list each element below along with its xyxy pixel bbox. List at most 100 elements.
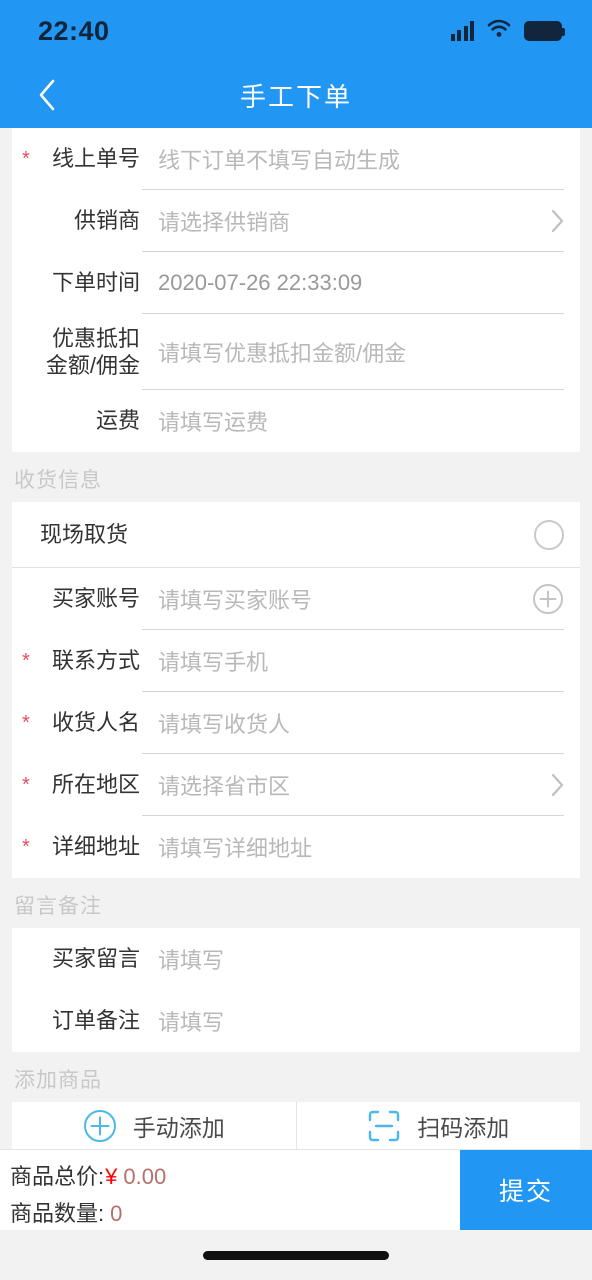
section-header-remarks: 留言备注 xyxy=(0,878,592,928)
field-row-freight[interactable]: 运费 请填写运费 xyxy=(12,390,580,452)
scan-add-label: 扫码添加 xyxy=(417,1114,510,1141)
required-asterisk: * xyxy=(22,650,30,672)
buyer-account-input[interactable]: 请填写买家账号 xyxy=(142,583,522,615)
online-order-no-input[interactable]: 线下订单不填写自动生成 xyxy=(142,143,564,175)
field-label-text: 优惠抵扣 金额/佣金 xyxy=(45,326,140,378)
status-bar-icons xyxy=(450,19,565,43)
status-bar: 22:40 xyxy=(0,0,592,62)
required-asterisk: * xyxy=(22,148,30,170)
field-row-detail-address[interactable]: * 详细地址 请填写详细地址 xyxy=(12,816,580,878)
field-label: * 联系方式 xyxy=(22,647,142,675)
field-label: 优惠抵扣 金额/佣金 xyxy=(26,325,142,379)
signal-icon xyxy=(450,21,474,41)
region-select[interactable]: 请选择省市区 xyxy=(142,769,541,801)
contact-phone-input[interactable]: 请填写手机 xyxy=(142,645,564,677)
field-row-online-order-no[interactable]: * 线上单号 线下订单不填写自动生成 xyxy=(12,128,580,190)
region-chevron[interactable] xyxy=(551,773,564,797)
buyer-message-input[interactable]: 请填写 xyxy=(142,943,564,975)
shipping-info-card: 现场取货 买家账号 请填写买家账号 * 联系方式 请填写手机 * 收货人名 请填… xyxy=(12,502,580,878)
section-header-shipping: 收货信息 xyxy=(0,452,592,502)
field-label: 买家留言 xyxy=(26,945,142,973)
required-asterisk: * xyxy=(22,774,30,796)
field-label: * 线上单号 xyxy=(22,145,142,173)
chevron-right-icon xyxy=(551,209,564,233)
field-label: * 详细地址 xyxy=(22,833,142,861)
field-row-discount-amount[interactable]: 优惠抵扣 金额/佣金 请填写优惠抵扣金额/佣金 xyxy=(12,314,580,390)
field-label-text: 线上单号 xyxy=(51,146,140,171)
manual-add-label: 手动添加 xyxy=(132,1114,225,1141)
total-qty-value: 0 xyxy=(110,1201,123,1226)
field-row-order-time[interactable]: 下单时间 2020-07-26 22:33:09 xyxy=(12,252,580,314)
field-label-text: 详细地址 xyxy=(51,834,140,859)
field-row-receiver-name[interactable]: * 收货人名 请填写收货人 xyxy=(12,692,580,754)
home-indicator-area xyxy=(0,1230,592,1280)
field-label-text: 买家留言 xyxy=(51,946,140,971)
required-asterisk: * xyxy=(22,712,30,734)
plus-circle-icon xyxy=(83,1109,116,1142)
order-remark-input[interactable]: 请填写 xyxy=(142,1005,564,1037)
field-label-text: 运费 xyxy=(95,408,140,433)
scan-add-button[interactable]: 扫码添加 xyxy=(295,1102,581,1149)
order-info-card: * 线上单号 线下订单不填写自动生成 供销商 请选择供销商 下单时间 2020-… xyxy=(12,128,580,452)
field-label-text: 收货人名 xyxy=(51,710,140,735)
field-row-region[interactable]: * 所在地区 请选择省市区 xyxy=(12,754,580,816)
bottom-summary-bar: 商品总价:¥ 0.00 商品数量: 0 提交 xyxy=(0,1149,592,1230)
page-title: 手工下单 xyxy=(239,81,352,112)
field-row-onsite-pickup[interactable]: 现场取货 xyxy=(12,502,580,568)
plus-circle-icon xyxy=(533,584,563,614)
total-qty-label: 商品数量: xyxy=(10,1201,105,1226)
radio-unchecked-icon xyxy=(534,520,564,550)
field-row-buyer-account[interactable]: 买家账号 请填写买家账号 xyxy=(12,568,580,630)
field-label-text: 买家账号 xyxy=(51,586,140,611)
freight-input[interactable]: 请填写运费 xyxy=(142,405,564,437)
order-totals: 商品总价:¥ 0.00 商品数量: 0 xyxy=(0,1150,460,1230)
home-indicator[interactable] xyxy=(203,1250,389,1260)
field-row-contact-phone[interactable]: * 联系方式 请填写手机 xyxy=(12,630,580,692)
total-price-value: 0.00 xyxy=(123,1164,167,1189)
add-buyer-account-button[interactable] xyxy=(532,583,564,615)
supplier-select[interactable]: 请选择供销商 xyxy=(142,205,541,237)
onsite-pickup-radio[interactable] xyxy=(534,520,564,550)
chevron-left-icon xyxy=(39,79,54,111)
detail-address-input[interactable]: 请填写详细地址 xyxy=(142,831,564,863)
field-label: 运费 xyxy=(26,407,142,435)
currency-symbol: ¥ xyxy=(105,1164,118,1189)
field-label-text: 供销商 xyxy=(73,208,140,233)
field-label: 买家账号 xyxy=(26,585,142,613)
field-row-supplier[interactable]: 供销商 请选择供销商 xyxy=(12,190,580,252)
field-label: * 所在地区 xyxy=(22,771,142,799)
field-label-text: 所在地区 xyxy=(51,772,140,797)
section-header-add-product: 添加商品 xyxy=(0,1052,592,1102)
phone-screen: 22:40 手工下单 * 线上单号 线下订单不填写自动生成 供销商 请选择供销商… xyxy=(0,0,592,1280)
battery-icon xyxy=(524,21,565,41)
manual-add-button[interactable]: 手动添加 xyxy=(12,1102,296,1149)
field-row-buyer-message[interactable]: 买家留言 请填写 xyxy=(12,928,580,990)
receiver-name-input[interactable]: 请填写收货人 xyxy=(142,707,564,739)
supplier-chevron[interactable] xyxy=(551,209,564,233)
field-label-text: 下单时间 xyxy=(51,270,140,295)
total-price-label: 商品总价: xyxy=(10,1164,105,1189)
order-time-value[interactable]: 2020-07-26 22:33:09 xyxy=(142,270,564,296)
field-label: 下单时间 xyxy=(26,269,142,297)
scan-code-icon xyxy=(369,1110,400,1141)
remarks-card: 买家留言 请填写 订单备注 请填写 xyxy=(12,928,580,1052)
total-qty-line: 商品数量: 0 xyxy=(10,1196,460,1228)
field-label-text: 订单备注 xyxy=(51,1008,140,1033)
back-button[interactable] xyxy=(18,62,74,128)
field-row-order-remark[interactable]: 订单备注 请填写 xyxy=(12,990,580,1052)
wifi-icon xyxy=(487,19,511,43)
submit-button[interactable]: 提交 xyxy=(460,1150,592,1230)
discount-amount-input[interactable]: 请填写优惠抵扣金额/佣金 xyxy=(142,336,564,368)
field-label: 订单备注 xyxy=(26,1007,142,1035)
nav-bar: 手工下单 xyxy=(0,62,592,128)
field-label-text: 联系方式 xyxy=(51,648,140,673)
add-product-bar: 手动添加 扫码添加 xyxy=(12,1102,580,1149)
chevron-right-icon xyxy=(551,773,564,797)
required-asterisk: * xyxy=(22,836,30,858)
total-price-line: 商品总价:¥ 0.00 xyxy=(10,1159,460,1191)
status-bar-time: 22:40 xyxy=(38,15,110,46)
form-scroll-area[interactable]: * 线上单号 线下订单不填写自动生成 供销商 请选择供销商 下单时间 2020-… xyxy=(0,128,592,1149)
onsite-pickup-label: 现场取货 xyxy=(40,522,129,547)
field-label: * 收货人名 xyxy=(22,709,142,737)
field-label: 供销商 xyxy=(26,207,142,235)
